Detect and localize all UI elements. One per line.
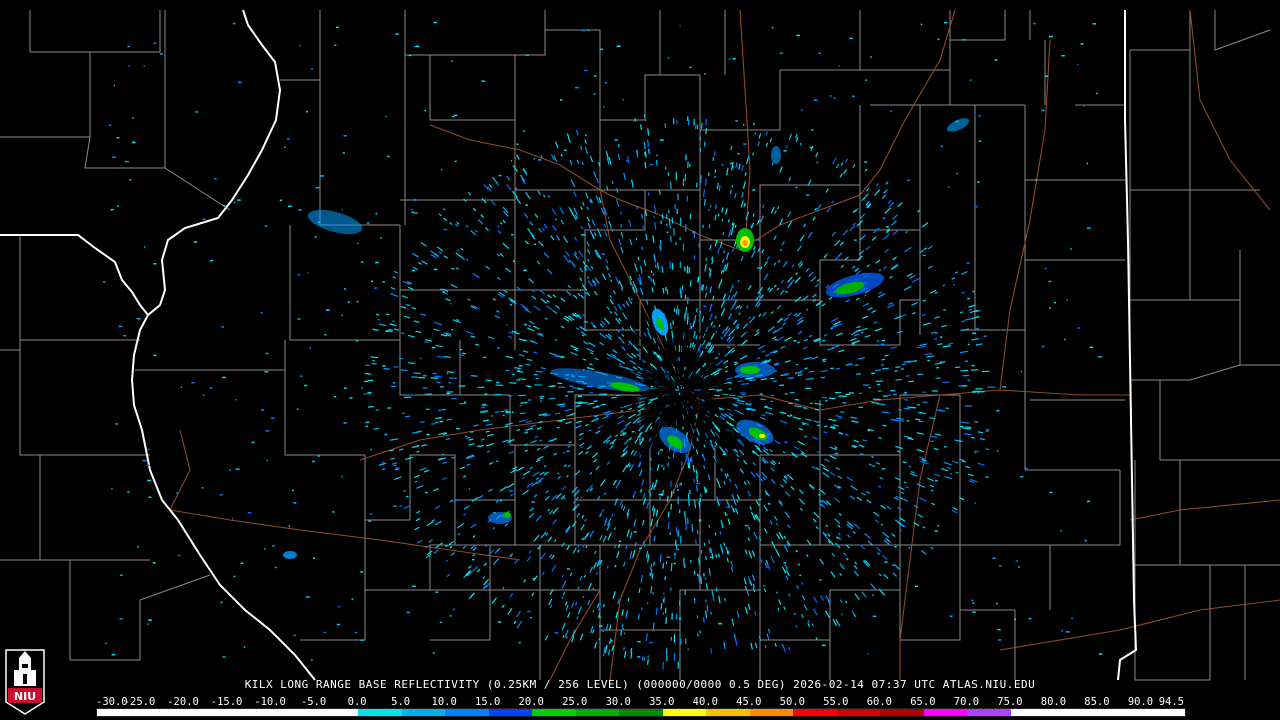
scale-color-segment (401, 709, 446, 716)
scale-color-segment (358, 709, 402, 716)
scale-label: -15.0 (210, 696, 243, 708)
scale-label: 75.0 (997, 696, 1023, 708)
scale-label: 70.0 (953, 696, 980, 708)
scale-label: 30.0 (605, 696, 631, 708)
scale-color-segment (880, 709, 924, 716)
product-caption: KILX LONG RANGE BASE REFLECTIVITY (0.25K… (244, 678, 1036, 691)
scale-label: 20.0 (518, 696, 544, 708)
scale-color-segment (706, 709, 750, 716)
scale-color-segment (314, 709, 359, 716)
scale-label: 60.0 (866, 696, 893, 708)
scale-label: 50.0 (779, 696, 805, 708)
scale-color-segment (184, 709, 228, 716)
scale-label: 5.0 (391, 696, 411, 708)
scale-label: 85.0 (1084, 696, 1110, 708)
scale-color-segment (619, 709, 663, 716)
scale-label: -10.0 (254, 696, 286, 708)
scale-color-segment (1097, 709, 1142, 716)
scale-color-segment (967, 709, 1011, 716)
scale-label: 10.0 (431, 696, 457, 708)
scale-label: -25.0 (123, 696, 156, 708)
scale-label: 80.0 (1040, 696, 1067, 708)
scale-color-segment (488, 709, 533, 716)
scale-label: 65.0 (910, 696, 936, 708)
scale-label: 90.0 (1127, 696, 1154, 708)
scale-label: -5.0 (300, 696, 327, 708)
scale-label: 40.0 (692, 696, 718, 708)
scale-color-segment (532, 709, 576, 716)
scale-label: 35.0 (649, 696, 675, 708)
scale-label: 94.5 (1158, 696, 1184, 708)
scale-color-segment (1141, 709, 1185, 716)
scale-label: 15.0 (475, 696, 501, 708)
scale-label: 0.0 (347, 696, 367, 708)
scale-label: 45.0 (736, 696, 762, 708)
scale-color-segment (836, 709, 881, 716)
scale-label: 55.0 (823, 696, 849, 708)
scale-color-segment (227, 709, 272, 716)
scale-color-segment (140, 709, 185, 716)
scale-color-segment (575, 709, 620, 716)
scale-label: -20.0 (167, 696, 199, 708)
scale-color-segment (97, 709, 141, 716)
radar-map (0, 0, 1280, 720)
scale-color-segment (1010, 709, 1055, 716)
scale-color-segment (749, 709, 794, 716)
scale-color-segment (1054, 709, 1098, 716)
reflectivity-scale-labels: -30.0 -25.0 -20.0 -15.0 -10.0 -5.0 0.0 5.0 10.0 1… (96, 696, 1186, 708)
reflectivity-color-scale (96, 708, 1186, 717)
logo-text: NIU (14, 690, 36, 703)
scale-color-segment (793, 709, 837, 716)
scale-label: 25.0 (562, 696, 588, 708)
scale-color-segment (662, 709, 707, 716)
scale-color-segment (445, 709, 489, 716)
scale-color-segment (271, 709, 315, 716)
scale-color-segment (923, 709, 968, 716)
